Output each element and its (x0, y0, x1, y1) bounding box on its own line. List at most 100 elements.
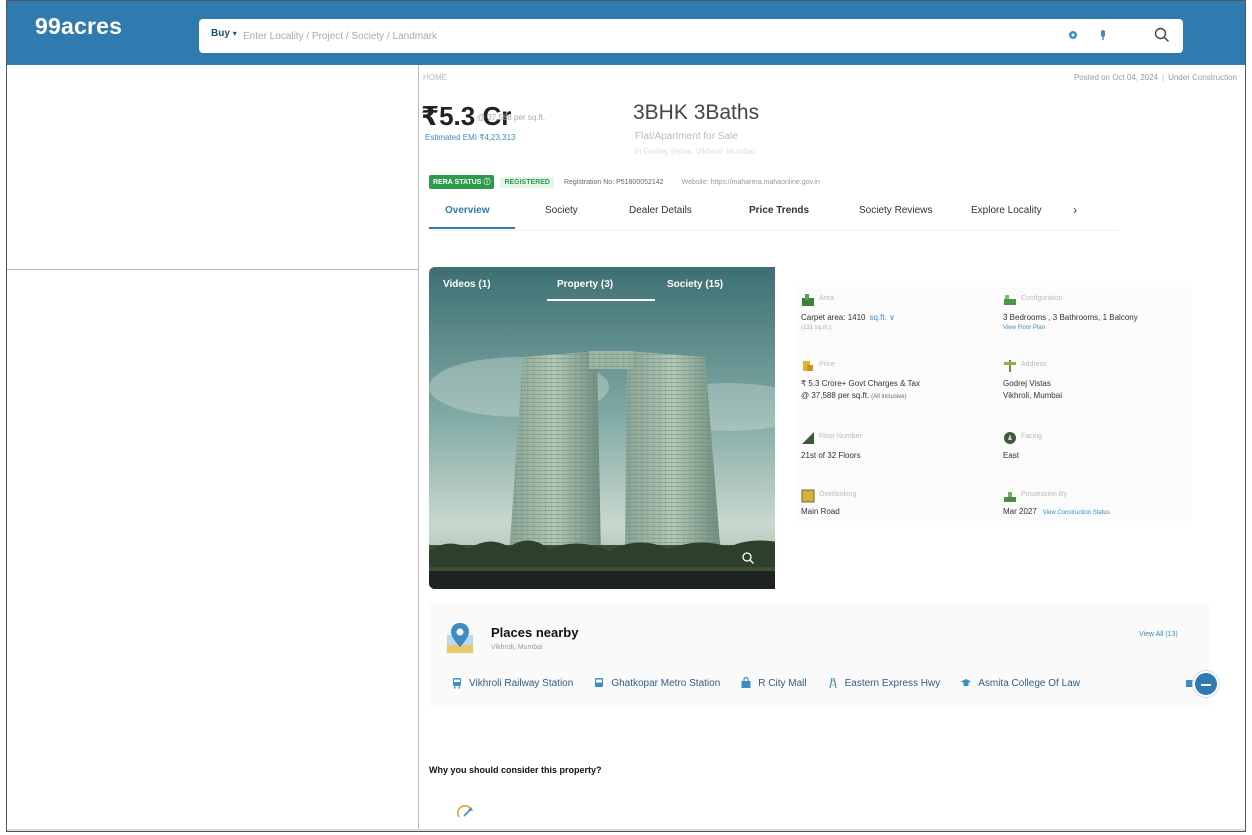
area-icon (802, 294, 814, 306)
floor-stairs-icon (802, 432, 814, 444)
bhk-title: 3BHK 3Baths (633, 101, 760, 124)
road-icon (829, 677, 837, 689)
place-chip-highway[interactable]: Eastern Express Hwy (827, 677, 941, 689)
search-input[interactable] (243, 26, 843, 46)
property-address: in Godrej Vistas, Vikhroli, Mumbai (635, 147, 755, 156)
place-chip-label: Vikhroli Railway Station (469, 677, 574, 689)
area-unit-dropdown[interactable]: sq.ft. ∨ (870, 313, 895, 322)
posted-separator: | (1162, 73, 1165, 82)
rera-status-label: RERA STATUS (433, 179, 482, 186)
why-consider-heading: Why you should consider this property? (429, 765, 602, 775)
place-chip-mall[interactable]: R City Mall (740, 677, 807, 689)
metro-icon (595, 678, 604, 687)
detail-value: 3 Bedrooms , 3 Bathrooms, 1 Balcony (1003, 313, 1138, 322)
estimated-emi-link[interactable]: Estimated EMI ₹4,23,313 (425, 133, 515, 142)
detail-sub: (131 sq.m.) (801, 325, 832, 331)
property-gallery[interactable]: Videos (1) Property (3) Society (15) (429, 267, 803, 589)
address-signpost-icon (1004, 360, 1016, 372)
property-type: Flat/Apartment for Sale (635, 131, 738, 142)
place-chip-label: Asmita College Of Law (978, 677, 1080, 689)
detail-value: Carpet area: 1410 sq.ft. ∨ (801, 313, 895, 322)
tab-society[interactable]: Society (545, 205, 578, 216)
view-construction-status-link[interactable]: View Construction Status (1043, 510, 1110, 516)
active-tab-underline (429, 227, 515, 229)
left-gutter (7, 65, 419, 831)
bed-icon (1004, 295, 1016, 305)
train-icon (453, 678, 461, 689)
rera-row: RERA STATUS ⓘ REGISTERED Registration No… (429, 175, 820, 189)
place-chip-label: Ghatkopar Metro Station (611, 677, 721, 689)
nearby-places-list: Vikhroli Railway Station Ghatkopar Metro… (451, 675, 1080, 691)
all-inclusive-tag: (All inclusive) (871, 394, 907, 400)
search-icon[interactable] (1153, 26, 1171, 44)
place-chip-college[interactable]: Asmita College Of Law (960, 677, 1080, 689)
search-mode-label: Buy (211, 28, 230, 39)
detail-label: Price (819, 361, 835, 368)
info-icon: ⓘ (483, 179, 491, 186)
posted-info: Posted on Oct 04, 2024 | Under Constructio… (1074, 73, 1237, 82)
map-pin-icon (447, 623, 473, 653)
chevron-down-icon: ▾ (232, 29, 237, 38)
tab-overview[interactable]: Overview (445, 205, 489, 216)
gallery-tabs: Videos (1) Property (3) Society (15) (429, 267, 803, 303)
gallery-active-tab-underline (547, 299, 655, 301)
detail-value: East (1003, 451, 1020, 460)
registration-number: Registration No: P51800052142 (563, 178, 664, 186)
compass-icon (1004, 432, 1016, 444)
tabs-next-chevron-icon[interactable]: › (1073, 203, 1077, 217)
rera-status-badge[interactable]: RERA STATUS ⓘ (429, 175, 495, 189)
shopping-bag-icon (741, 677, 751, 688)
detail-value-secondary: Vikhroli, Mumbai (1003, 391, 1062, 400)
top-navigation-bar: 99acres Buy ▾ (7, 1, 1245, 65)
scroll-places-button[interactable] (1193, 671, 1219, 697)
possession-key-icon (1004, 492, 1016, 502)
bottom-edge (7, 829, 1245, 831)
detail-value: ₹ 5.3 Crore+ Govt Charges & Tax (801, 379, 920, 388)
place-chip-label: Eastern Express Hwy (844, 677, 941, 689)
property-details: Area Carpet area: 1410 sq.ft. ∨ (131 sq.m… (795, 287, 1191, 521)
rera-registered-badge: REGISTERED (500, 176, 554, 188)
detail-label: Overlooking (819, 491, 857, 498)
microphone-icon[interactable] (1097, 29, 1109, 41)
price-per-sqft-detail: @ 37,588 per sq.ft. (801, 391, 870, 400)
price-per-sqft: @ 37,588 per sq.ft. (477, 113, 546, 122)
detail-label: Possession By (1021, 491, 1067, 498)
posted-date: Posted on Oct 04, 2024 (1073, 73, 1158, 82)
view-floor-plan-link[interactable]: View Floor Plan (1003, 325, 1045, 331)
carpet-area: Carpet area: 1410 (801, 313, 866, 322)
zoom-icon[interactable] (741, 551, 755, 565)
detail-value-secondary: @ 37,588 per sq.ft. (All inclusive) (801, 391, 907, 400)
detail-label: Address (1021, 361, 1047, 368)
search-bar: Buy ▾ (199, 19, 1183, 53)
places-nearby-title: Places nearby (491, 625, 579, 640)
location-target-icon[interactable] (1067, 29, 1079, 41)
page-frame: 99acres Buy ▾ HOME Posted on Oct 04, 202… (6, 0, 1246, 832)
place-chip-label: R City Mall (758, 677, 807, 689)
breadcrumb[interactable]: HOME (423, 73, 447, 82)
detail-label: Area (819, 295, 834, 302)
tab-price-trends[interactable]: Price Trends (749, 205, 809, 216)
listing-tabs: Overview Society Dealer Details Price Tr… (429, 199, 1119, 231)
tab-explore-locality[interactable]: Explore Locality (971, 205, 1042, 216)
tab-dealer-details[interactable]: Dealer Details (629, 205, 692, 216)
search-mode-dropdown[interactable]: Buy ▾ (211, 28, 237, 39)
site-logo[interactable]: 99acres (35, 13, 122, 40)
rera-website[interactable]: Website: https://maharera.mahaonline.gov… (682, 179, 820, 186)
detail-value: Mar 2027 View Construction Status (1003, 507, 1110, 516)
gallery-tab-videos[interactable]: Videos (1) (443, 279, 491, 290)
detail-value: 21st of 32 Floors (801, 451, 861, 460)
gallery-tab-property[interactable]: Property (3) (557, 279, 613, 290)
window-icon (801, 489, 815, 503)
construction-status: Under Construction (1168, 73, 1237, 82)
possession-date: Mar 2027 (1003, 507, 1037, 516)
graduation-cap-icon (961, 679, 972, 686)
detail-label: Facing (1021, 433, 1043, 440)
place-chip-metro-station[interactable]: Ghatkopar Metro Station (593, 677, 720, 689)
places-nearby-subtitle: Vikhroli, Mumbai (491, 644, 543, 651)
view-all-places-link[interactable]: View All (13) (1139, 631, 1178, 638)
place-chip-railway-station[interactable]: Vikhroli Railway Station (451, 677, 573, 689)
gallery-tab-society[interactable]: Society (15) (667, 279, 723, 290)
property-photo (429, 267, 803, 589)
tab-society-reviews[interactable]: Society Reviews (859, 205, 932, 216)
places-nearby-section: Places nearby Vikhroli, Mumbai View All … (429, 603, 1219, 707)
